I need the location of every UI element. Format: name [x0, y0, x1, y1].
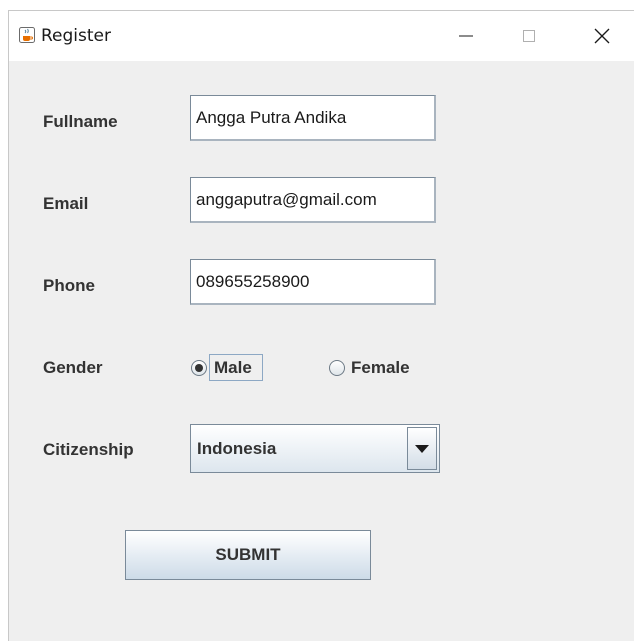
chevron-down-icon — [415, 445, 429, 453]
gender-female-radio[interactable] — [329, 360, 345, 376]
title-bar: Register — [9, 11, 634, 61]
close-button[interactable] — [579, 11, 625, 61]
citizenship-combobox[interactable]: Indonesia — [190, 424, 440, 473]
maximize-icon — [523, 30, 535, 42]
phone-input[interactable] — [190, 259, 436, 305]
fullname-label: Fullname — [43, 112, 118, 131]
window-title: Register — [41, 26, 111, 46]
close-icon — [594, 28, 610, 44]
gender-male-label[interactable]: Male — [214, 358, 252, 378]
register-window: Register Fullname Email Phone Gender M — [8, 10, 634, 641]
submit-button[interactable]: SUBMIT — [125, 530, 371, 580]
email-input[interactable] — [190, 177, 436, 223]
radio-selected-dot — [195, 364, 203, 372]
citizenship-label: Citizenship — [43, 440, 134, 459]
email-label: Email — [43, 194, 89, 213]
gender-female-label[interactable]: Female — [351, 358, 410, 378]
phone-label: Phone — [43, 276, 95, 295]
minimize-icon — [459, 35, 473, 37]
combobox-arrow-button[interactable] — [407, 427, 437, 470]
gender-label: Gender — [43, 358, 103, 377]
gender-male-radio[interactable] — [191, 360, 207, 376]
java-coffee-icon — [19, 27, 35, 43]
minimize-button[interactable] — [443, 11, 489, 61]
fullname-input[interactable] — [190, 95, 436, 141]
citizenship-selected-value: Indonesia — [197, 439, 277, 458]
maximize-button[interactable] — [506, 11, 552, 61]
